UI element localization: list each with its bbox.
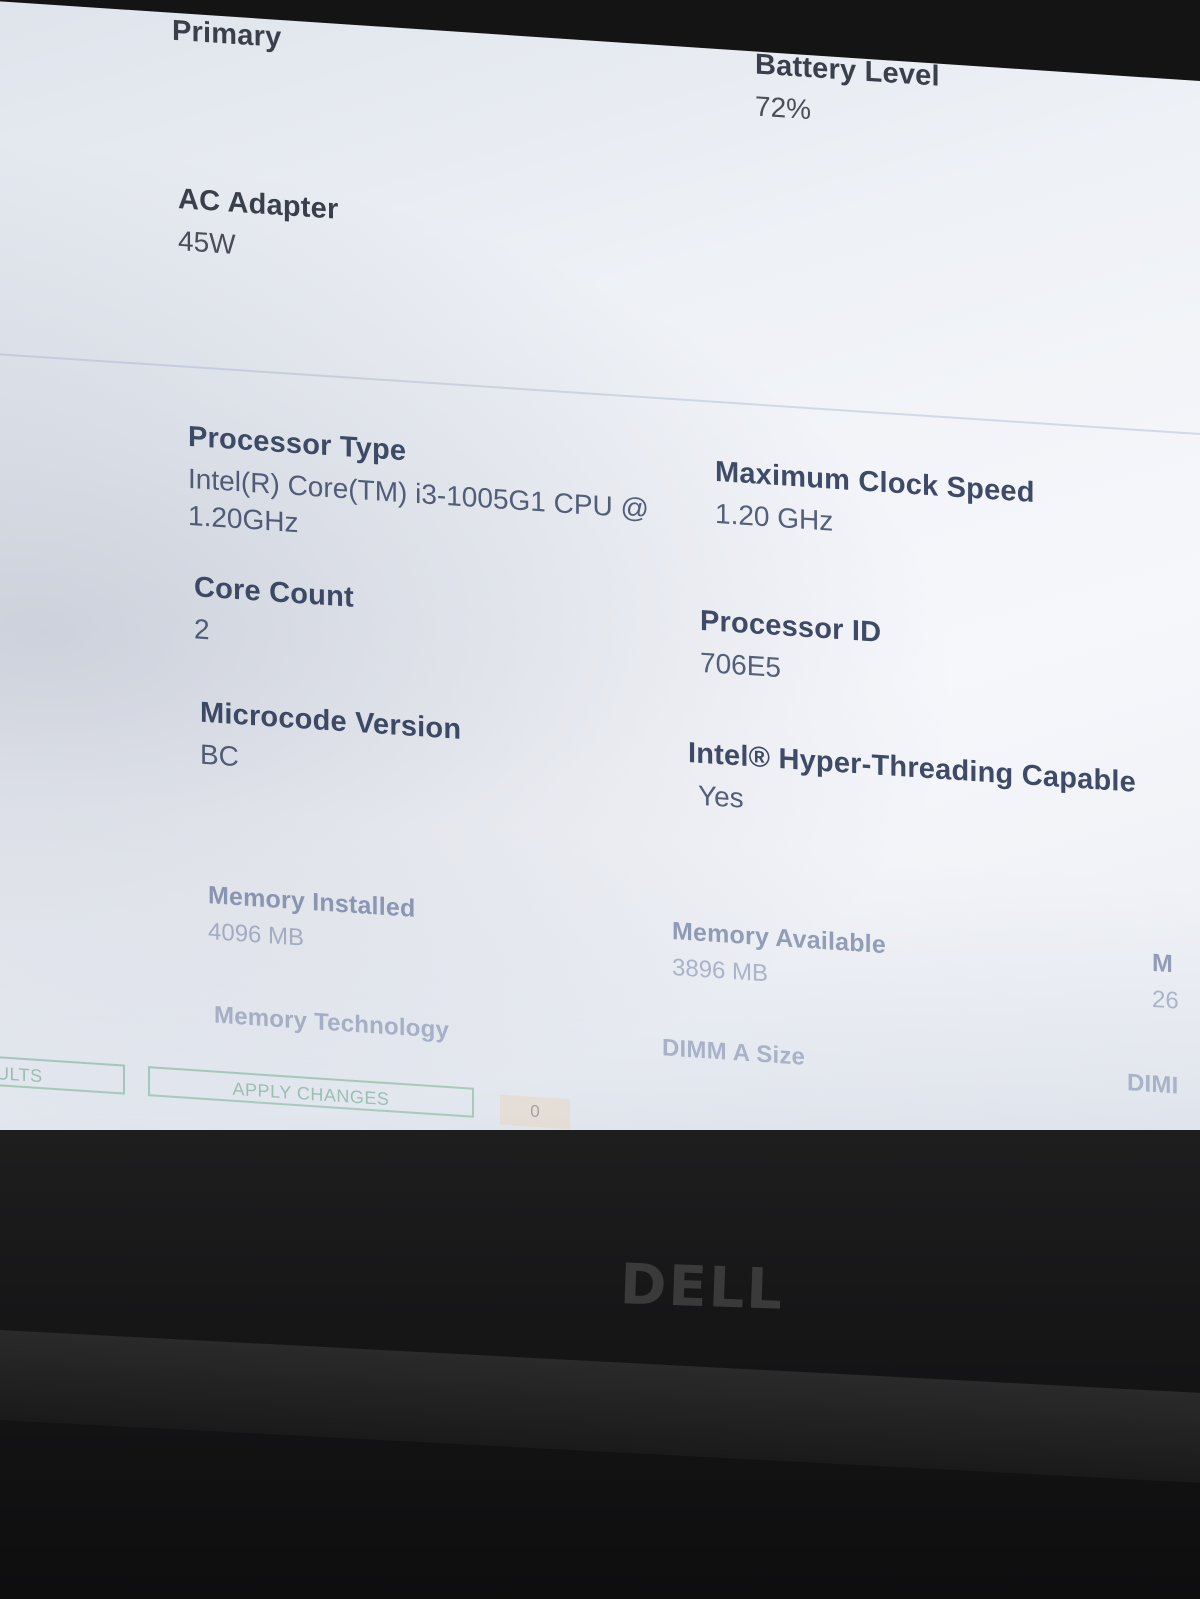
memory-installed-field: Memory Installed 4096 MB — [208, 880, 415, 961]
memory-available-value: 3896 MB — [672, 954, 769, 988]
processor-type-field: Processor Type Intel(R) Core(TM) i3-1005… — [188, 419, 708, 568]
max-clock-speed-field: Maximum Clock Speed 1.20 GHz — [715, 454, 1035, 552]
dell-logo: DELL — [618, 1252, 786, 1323]
photo: Primary Battery Level 72% AC Adapter 45W… — [0, 0, 1200, 1599]
primary-heading-field: Primary — [172, 13, 281, 57]
bios-screen: Primary Battery Level 72% AC Adapter 45W… — [0, 0, 1200, 1223]
hyperthreading-field: Intel® Hyper-Threading Capable Yes — [688, 735, 1136, 842]
battery-level-label: Battery Level — [755, 48, 940, 93]
memory-installed-label: Memory Installed — [208, 881, 416, 923]
core-count-field: Core Count 2 — [194, 569, 354, 657]
dimm-a-size-field: DIMM A Size — [662, 1033, 805, 1073]
battery-level-field: Battery Level 72% — [755, 46, 940, 136]
dimm-partial-label: DIMI — [1127, 1069, 1179, 1100]
processor-id-field: Processor ID 706E5 — [700, 603, 881, 692]
core-count-value: 2 — [194, 613, 210, 646]
memory-available-field: Memory Available 3896 MB — [672, 916, 886, 997]
restore-defaults-button[interactable]: ULTS — [0, 1055, 125, 1095]
memory-third-label-partial: M — [1152, 948, 1174, 979]
memory-third-field-partial: M 26 — [1152, 948, 1179, 1017]
primary-heading: Primary — [172, 14, 282, 55]
apply-changes-button[interactable]: APPLY CHANGES — [148, 1066, 474, 1118]
ac-adapter-label: AC Adapter — [178, 183, 339, 226]
section-divider — [0, 352, 1200, 437]
memory-installed-value: 4096 MB — [208, 918, 305, 952]
memory-third-value-partial: 26 — [1152, 986, 1179, 1015]
memory-technology-label: Memory Technology — [214, 1001, 449, 1045]
microcode-version-field: Microcode Version BC — [200, 695, 461, 790]
processor-id-value: 706E5 — [700, 647, 781, 684]
core-count-label: Core Count — [194, 571, 354, 614]
ac-adapter-field: AC Adapter 45W — [178, 181, 338, 269]
processor-id-label: Processor ID — [700, 604, 882, 649]
battery-level-value: 72% — [755, 90, 812, 126]
ac-adapter-value: 45W — [178, 225, 236, 261]
dimm-partial-field: DIMI — [1127, 1068, 1178, 1101]
change-counter: 0 — [500, 1094, 570, 1130]
memory-technology-field: Memory Technology — [214, 1001, 449, 1047]
dimm-a-size-label: DIMM A Size — [662, 1034, 806, 1071]
